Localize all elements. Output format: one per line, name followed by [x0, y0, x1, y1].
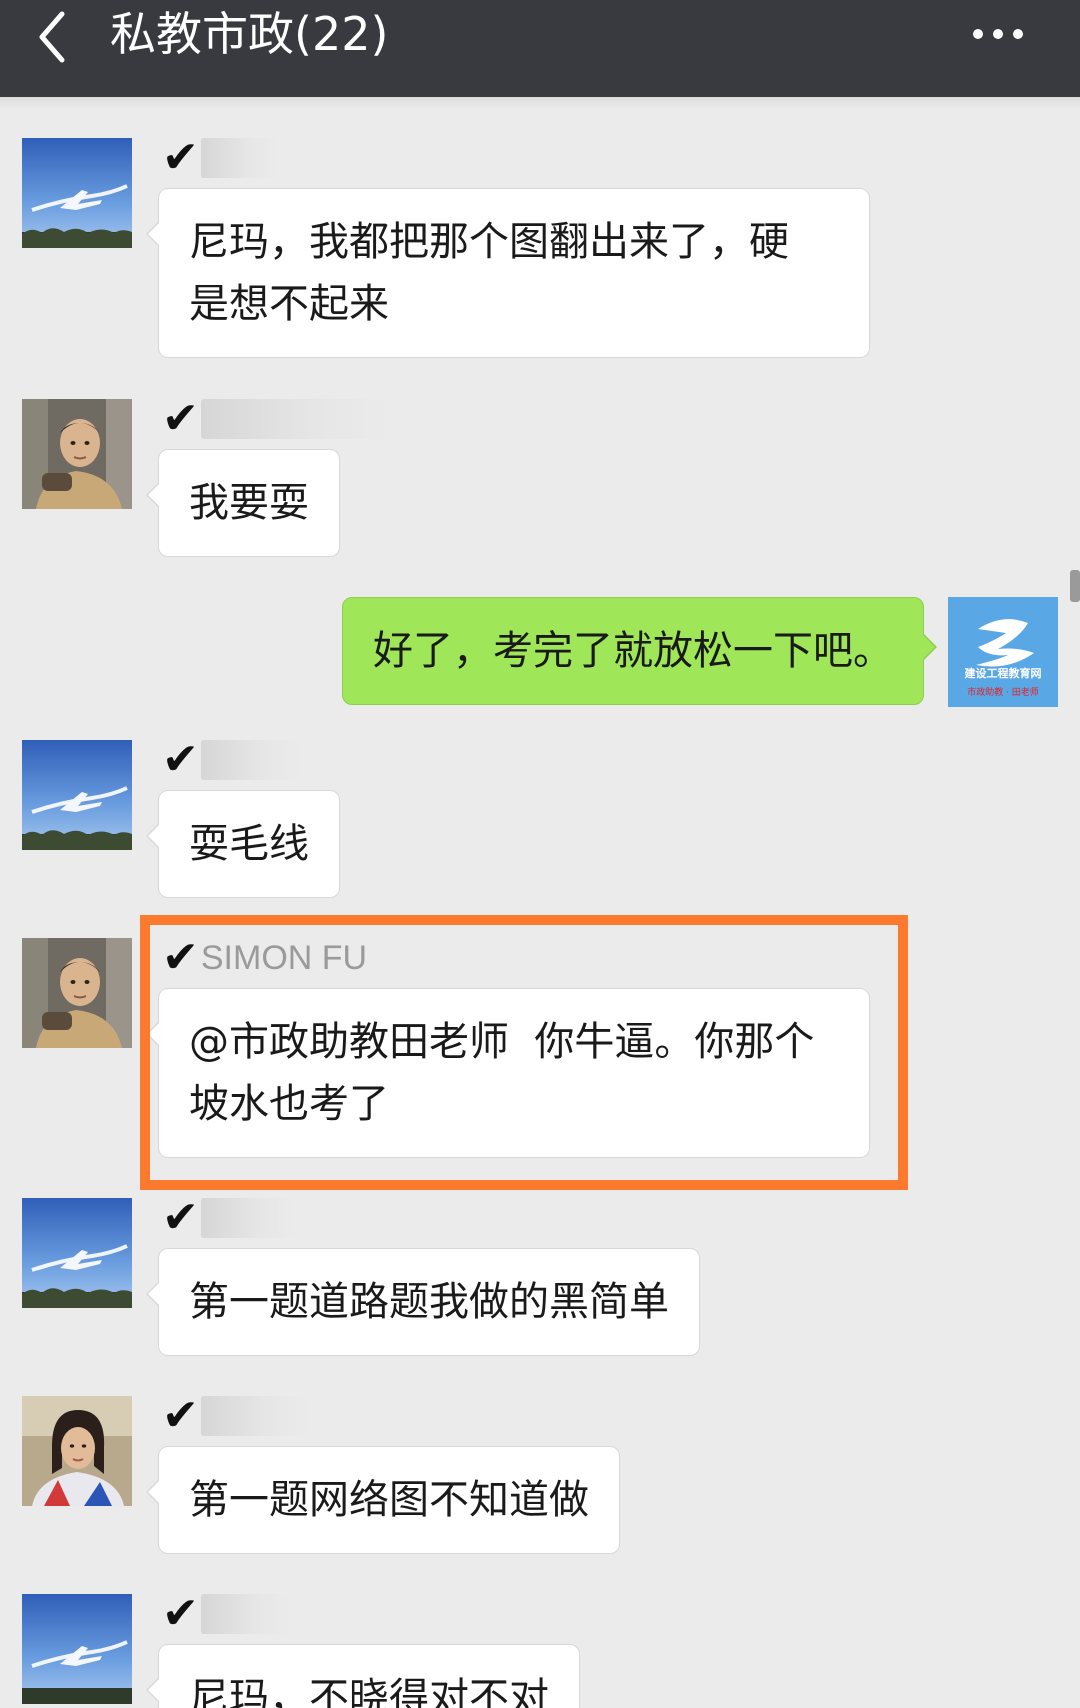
- highlight-annotation-box: [140, 915, 908, 1190]
- top-bar: 私教市政(22): [0, 0, 1080, 97]
- jianshe-logo-avatar[interactable]: 建设工程教育网 市政助教 · 田老师: [948, 597, 1058, 707]
- message-text-line: 我要耍: [189, 480, 309, 526]
- message-text-line: 尼玛，不晓得对不对: [189, 1675, 549, 1708]
- chat-title: 私教市政(22): [110, 7, 389, 61]
- checkmark-icon: ✔: [162, 393, 199, 444]
- sky-plane-avatar[interactable]: [22, 1594, 132, 1704]
- message-bubble-outgoing[interactable]: 好了，考完了就放松一下吧。: [342, 597, 937, 705]
- logo-tagline-text: 市政助教 · 田老师: [967, 686, 1039, 698]
- checkmark-icon: ✔: [162, 132, 199, 183]
- checkmark-icon: ✔: [162, 1192, 199, 1243]
- message-bubble[interactable]: 第一题网络图不知道做: [146, 1446, 620, 1554]
- blurred-name: [200, 1594, 291, 1634]
- checkmark-icon: ✔: [162, 734, 199, 785]
- sky-plane-avatar[interactable]: [22, 1198, 132, 1308]
- message-text-line: 好了，考完了就放松一下吧。: [373, 628, 893, 674]
- message-bubble[interactable]: 我要耍: [146, 449, 340, 557]
- blurred-name: [200, 740, 301, 780]
- blurred-name: [200, 1396, 309, 1436]
- blurred-name: [200, 138, 279, 178]
- sender-name: ✔: [162, 395, 389, 443]
- sender-name: ✔: [162, 134, 279, 182]
- message-text-line: 耍毛线: [189, 821, 309, 867]
- woman-portrait-avatar[interactable]: [22, 1396, 132, 1506]
- message-bubble[interactable]: 尼玛，我都把那个图翻出来了，硬 是想不起来: [146, 188, 870, 358]
- sender-name: ✔: [162, 736, 301, 784]
- chat-screen: 私教市政(22) ✔ 尼玛，我都把那个图翻出来了，硬 是想不起来 ✔ 我要耍 建…: [0, 0, 1080, 1708]
- sender-name: ✔: [162, 1194, 297, 1242]
- checkmark-icon: ✔: [162, 1588, 199, 1639]
- sender-name: ✔: [162, 1392, 309, 1440]
- chevron-left-icon[interactable]: [32, 8, 76, 66]
- message-bubble[interactable]: 尼玛，不晓得对不对: [146, 1644, 580, 1708]
- message-bubble[interactable]: 第一题道路题我做的黑简单: [146, 1248, 700, 1356]
- message-text-line: 第一题网络图不知道做: [189, 1477, 589, 1523]
- man-portrait-avatar[interactable]: [22, 938, 132, 1048]
- message-bubble[interactable]: 耍毛线: [146, 790, 340, 898]
- header-shadow: [0, 97, 1080, 109]
- checkmark-icon: ✔: [162, 1390, 199, 1441]
- blurred-name: [200, 1198, 297, 1238]
- sky-plane-avatar[interactable]: [22, 138, 132, 248]
- more-dots-icon[interactable]: [968, 8, 1028, 60]
- sky-plane-avatar[interactable]: [22, 740, 132, 850]
- message-text-line: 尼玛，我都把那个图翻出来了，硬: [189, 219, 789, 265]
- man-portrait-avatar[interactable]: [22, 399, 132, 509]
- message-text-line: 是想不起来: [189, 281, 389, 327]
- scrollbar-thumb[interactable]: [1070, 570, 1080, 602]
- message-text-line: 第一题道路题我做的黑简单: [189, 1279, 669, 1325]
- sender-name: ✔: [162, 1590, 291, 1638]
- logo-brand-text: 建设工程教育网: [965, 666, 1042, 680]
- blurred-name: [200, 399, 389, 439]
